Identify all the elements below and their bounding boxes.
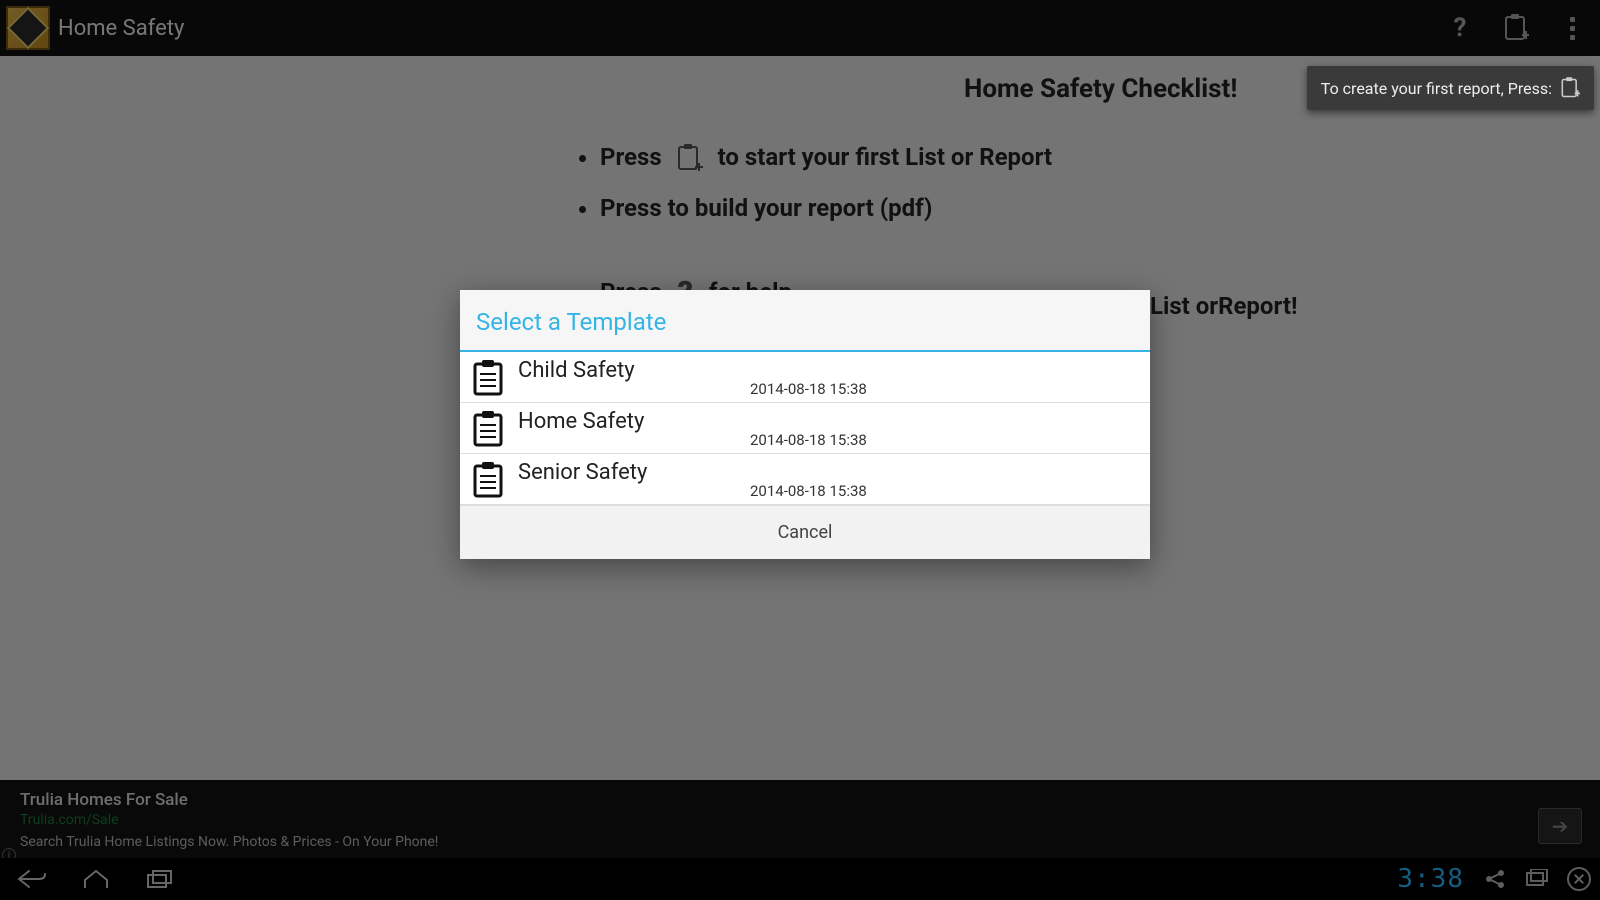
ad-title: Trulia Homes For Sale xyxy=(20,790,1580,810)
overflow-menu-icon[interactable] xyxy=(1544,0,1600,56)
home-button[interactable] xyxy=(64,858,128,900)
template-title: Child Safety xyxy=(518,358,635,383)
new-report-icon[interactable] xyxy=(1488,0,1544,56)
template-item-home-safety[interactable]: Home Safety 2014-08-18 15:38 xyxy=(460,403,1150,454)
template-date: 2014-08-18 15:38 xyxy=(750,482,867,500)
close-icon[interactable] xyxy=(1564,864,1594,894)
template-title: Home Safety xyxy=(518,409,644,434)
app-icon xyxy=(6,6,50,50)
hint-text: To create your first report, Press: xyxy=(1321,79,1552,98)
system-nav-bar: 3:38 xyxy=(0,858,1600,900)
clipboard-icon xyxy=(470,460,508,500)
page-title: Home Safety Checklist! xyxy=(964,74,1237,104)
share-icon[interactable] xyxy=(1480,864,1510,894)
back-button[interactable] xyxy=(0,858,64,900)
cancel-button[interactable]: Cancel xyxy=(460,505,1150,559)
status-clock: 3:38 xyxy=(1397,864,1464,894)
screen: Home Safety ? Home Safety Checklist! Pre… xyxy=(0,0,1600,900)
template-dialog: Select a Template Child Safety 2014-08-1… xyxy=(460,290,1150,559)
template-date: 2014-08-18 15:38 xyxy=(750,380,867,398)
recent-apps-button[interactable] xyxy=(128,858,192,900)
clipboard-icon xyxy=(470,409,508,449)
ad-go-icon[interactable]: ➔ xyxy=(1538,808,1582,844)
clipboard-add-icon xyxy=(1560,76,1580,100)
help-icon[interactable]: ? xyxy=(1432,0,1488,56)
template-title: Senior Safety xyxy=(518,460,647,485)
app-title: Home Safety xyxy=(58,16,184,41)
app-action-bar: Home Safety ? xyxy=(0,0,1600,56)
dialog-title: Select a Template xyxy=(460,290,1150,352)
clipboard-add-icon xyxy=(676,143,704,175)
ad-description: Search Trulia Home Listings Now. Photos … xyxy=(20,834,1580,850)
template-item-child-safety[interactable]: Child Safety 2014-08-18 15:38 xyxy=(460,352,1150,403)
screenshot-icon[interactable] xyxy=(1522,864,1552,894)
first-report-hint: To create your first report, Press: xyxy=(1307,66,1594,110)
clipboard-icon xyxy=(470,358,508,398)
instruction-line-1: Press to start your first List or Report xyxy=(600,140,1052,175)
template-item-senior-safety[interactable]: Senior Safety 2014-08-18 15:38 xyxy=(460,454,1150,505)
instruction-line-4-tail: List orReport! xyxy=(1150,292,1297,320)
ad-banner[interactable]: Trulia Homes For Sale Trulia.com/Sale Se… xyxy=(0,780,1600,864)
ad-url: Trulia.com/Sale xyxy=(20,812,1580,828)
template-date: 2014-08-18 15:38 xyxy=(750,431,867,449)
instruction-line-2: Press to build your report (pdf) xyxy=(600,191,1052,225)
